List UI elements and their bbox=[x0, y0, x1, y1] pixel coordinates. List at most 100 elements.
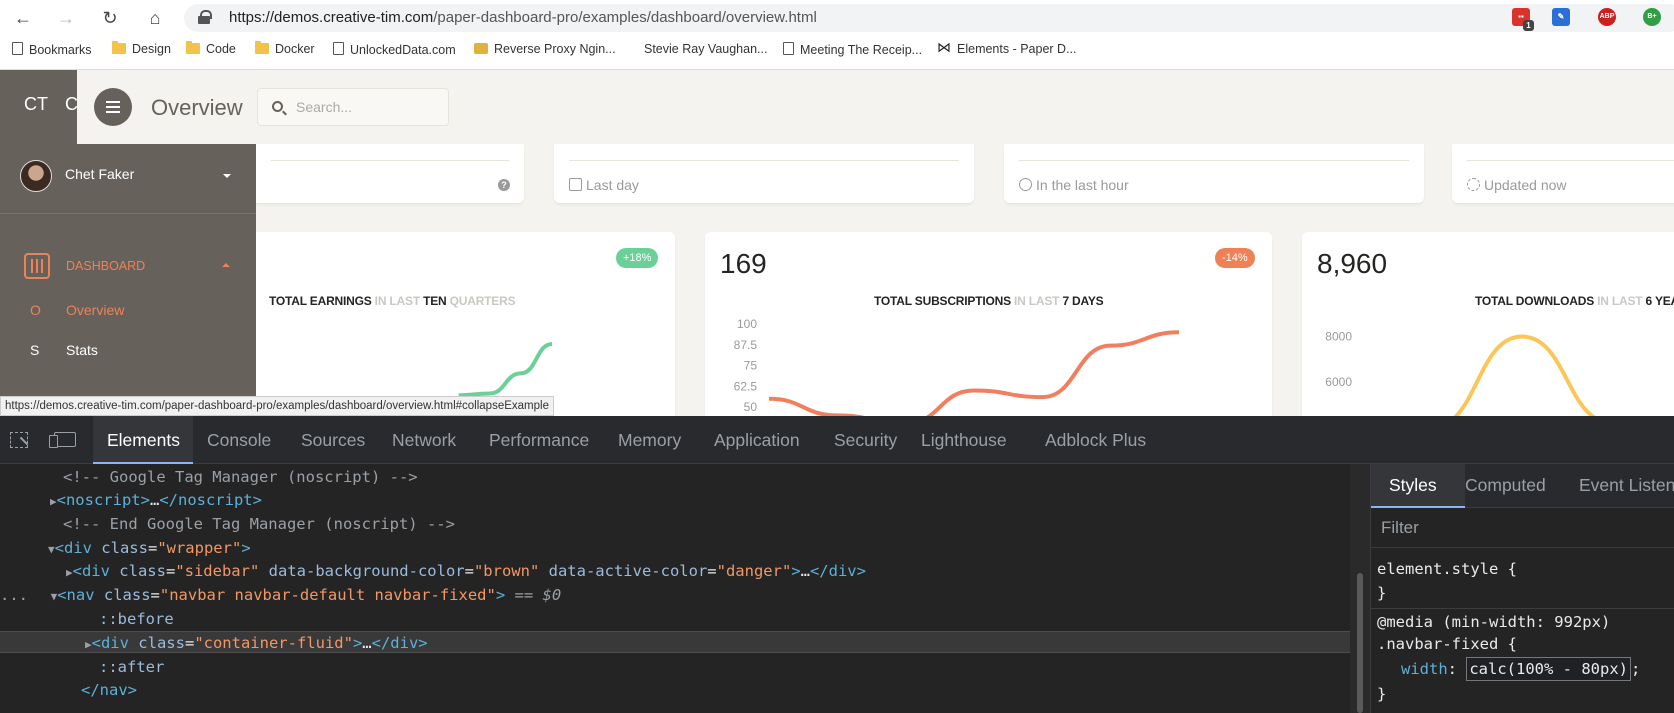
bookmark-item[interactable]: Stevie Ray Vaughan... bbox=[630, 42, 767, 56]
sidebar-item-overview-abbr[interactable]: O bbox=[30, 302, 41, 318]
bookmark-item[interactable]: Code bbox=[186, 41, 236, 56]
collapse-triangle-icon[interactable]: ▼ bbox=[48, 543, 55, 556]
dom-pseudo-after[interactable]: ::after bbox=[99, 656, 164, 678]
tab-security[interactable]: Security bbox=[834, 430, 897, 451]
inspect-element-icon[interactable] bbox=[10, 432, 28, 448]
y-tick-label: 75 bbox=[744, 359, 758, 373]
tab-elements[interactable]: Elements bbox=[107, 430, 180, 451]
dom-comment[interactable]: <!-- Google Tag Manager (noscript) --> bbox=[63, 466, 418, 488]
forward-arrow-icon[interactable]: → bbox=[53, 6, 79, 30]
css-declaration[interactable]: width: calc(100% - 80px); bbox=[1401, 657, 1640, 681]
back-arrow-icon[interactable]: ← bbox=[10, 6, 36, 30]
search-box[interactable] bbox=[257, 88, 449, 126]
css-value-editor[interactable]: calc(100% - 80px) bbox=[1466, 657, 1631, 681]
bookmark-item[interactable]: UnlockedData.com bbox=[333, 42, 456, 57]
series-line bbox=[458, 342, 553, 398]
address-bar[interactable]: https://demos.creative-tim.com/paper-das… bbox=[184, 4, 1674, 32]
styles-filter-input[interactable] bbox=[1381, 518, 1661, 538]
stat-card: In the last hour bbox=[1004, 144, 1424, 203]
card-divider bbox=[271, 160, 509, 161]
rule-close-brace: } bbox=[1377, 584, 1387, 602]
stat-card: Last day bbox=[554, 144, 974, 203]
styles-pane: Styles Computed Event Listen element.sty… bbox=[1370, 464, 1674, 713]
collapse-triangle-icon[interactable]: ▼ bbox=[37, 590, 58, 603]
expand-triangle-icon[interactable]: ▶ bbox=[66, 566, 73, 579]
chart-card-subscriptions: 169 -14% TOTAL SUBSCRIPTIONS IN LAST 7 D… bbox=[705, 232, 1272, 416]
tab-event-listeners[interactable]: Event Listen bbox=[1579, 475, 1674, 496]
tab-console[interactable]: Console bbox=[207, 430, 271, 451]
sidebar-item-dashboard[interactable]: DASHBOARD bbox=[66, 259, 145, 273]
bookmark-item[interactable]: Meeting The Receip... bbox=[783, 42, 922, 57]
dom-node-wrapper[interactable]: ▼<div class="wrapper"> bbox=[48, 537, 251, 559]
series-line bbox=[1453, 334, 1596, 416]
dom-node-noscript[interactable]: ▶<noscript>…</noscript> bbox=[50, 489, 262, 511]
dom-scrollbar-thumb[interactable] bbox=[1357, 573, 1363, 713]
sliders-icon[interactable] bbox=[24, 253, 50, 279]
sidebar-item-stats[interactable]: Stats bbox=[66, 342, 98, 358]
extension-green-icon[interactable]: B+ bbox=[1643, 8, 1661, 26]
tab-network[interactable]: Network bbox=[392, 430, 456, 451]
stat-card-footer: Last day bbox=[569, 177, 639, 193]
tab-computed[interactable]: Computed bbox=[1465, 475, 1546, 496]
question-icon[interactable]: ? bbox=[498, 179, 510, 191]
chevron-down-icon[interactable] bbox=[223, 174, 231, 178]
card-divider bbox=[1467, 160, 1674, 161]
bookmark-item[interactable]: Elements - Paper D... bbox=[937, 39, 1077, 56]
element-style-rule[interactable]: element.style { bbox=[1377, 558, 1517, 580]
tab-lighthouse[interactable]: Lighthouse bbox=[921, 430, 1007, 451]
stat-card: ? bbox=[256, 144, 524, 203]
dom-pseudo-before[interactable]: ::before bbox=[99, 608, 174, 630]
css-selector[interactable]: .navbar-fixed { bbox=[1377, 633, 1517, 655]
folder-icon bbox=[112, 41, 126, 54]
dom-node-nav-close[interactable]: </nav> bbox=[81, 679, 137, 701]
subscriptions-chart: 100 87.5 75 62.5 50 bbox=[734, 317, 1180, 416]
bookmarks-bar: Bookmarks Design Code Docker UnlockedDat… bbox=[0, 38, 1674, 66]
search-icon bbox=[272, 101, 283, 112]
dom-comment[interactable]: <!-- End Google Tag Manager (noscript) -… bbox=[63, 513, 455, 535]
adblock-plus-icon[interactable]: ABP bbox=[1598, 8, 1616, 26]
devtools-panel: Elements Console Sources Network Perform… bbox=[0, 416, 1674, 713]
extension-paint-icon[interactable]: ✎ bbox=[1552, 8, 1570, 26]
chart-card-earnings: +18% TOTAL EARNINGS IN LAST TEN QUARTERS bbox=[252, 232, 675, 416]
card-divider bbox=[569, 160, 959, 161]
status-bar-url: https://demos.creative-tim.com/paper-das… bbox=[0, 396, 554, 416]
dom-node-navbar[interactable]: ... ▼<nav class="navbar navbar-default n… bbox=[0, 584, 561, 606]
refresh-icon bbox=[1467, 178, 1480, 191]
dom-node-sidebar[interactable]: ▶<div class="sidebar" data-background-co… bbox=[66, 560, 866, 582]
stat-card-footer: Updated now bbox=[1467, 177, 1567, 193]
reload-icon[interactable]: ↻ bbox=[97, 6, 123, 30]
sidebar-item-stats-abbr[interactable]: S bbox=[30, 342, 39, 358]
tab-performance[interactable]: Performance bbox=[489, 430, 589, 451]
address-url[interactable]: https://demos.creative-tim.com/paper-das… bbox=[229, 9, 817, 26]
device-toolbar-icon[interactable] bbox=[49, 432, 76, 448]
chart-card-downloads: 8,960 TOTAL DOWNLOADS IN LAST 6 YEA 8000… bbox=[1302, 232, 1674, 416]
avatar[interactable] bbox=[20, 160, 52, 192]
sidebar-logo-abbr[interactable]: CT bbox=[24, 94, 48, 115]
page-icon bbox=[12, 42, 23, 55]
media-query[interactable]: @media (min-width: 992px) bbox=[1377, 611, 1610, 633]
tab-memory[interactable]: Memory bbox=[618, 430, 681, 451]
page-title: Overview bbox=[151, 95, 243, 120]
home-icon[interactable]: ⌂ bbox=[142, 6, 168, 30]
tab-adblock-plus[interactable]: Adblock Plus bbox=[1045, 430, 1146, 451]
y-tick-label: 50 bbox=[744, 400, 758, 414]
user-name[interactable]: Chet Faker bbox=[65, 166, 134, 182]
expand-triangle-icon[interactable]: ▶ bbox=[85, 638, 92, 651]
card-divider bbox=[1019, 160, 1409, 161]
menu-toggle-button[interactable] bbox=[94, 88, 132, 126]
tab-sources[interactable]: Sources bbox=[301, 430, 365, 451]
expand-triangle-icon[interactable]: ▶ bbox=[50, 495, 57, 508]
search-input[interactable] bbox=[296, 97, 436, 117]
tab-application[interactable]: Application bbox=[714, 430, 800, 451]
chevron-up-icon[interactable] bbox=[222, 263, 230, 267]
bowtie-icon bbox=[937, 39, 951, 56]
bookmark-item[interactable]: Docker bbox=[255, 41, 315, 56]
y-tick-label: 8000 bbox=[1325, 330, 1352, 344]
bookmark-item[interactable]: Design bbox=[112, 41, 171, 56]
bookmark-item[interactable]: Bookmarks bbox=[12, 42, 92, 57]
sidebar-item-overview[interactable]: Overview bbox=[66, 302, 124, 318]
tab-styles[interactable]: Styles bbox=[1389, 475, 1437, 496]
devtools-tab-bar: Elements Console Sources Network Perform… bbox=[0, 416, 1674, 464]
dom-node-container-fluid[interactable]: ▶<div class="container-fluid">…</div> bbox=[85, 632, 428, 654]
bookmark-item[interactable]: Reverse Proxy Ngin... bbox=[474, 42, 616, 56]
